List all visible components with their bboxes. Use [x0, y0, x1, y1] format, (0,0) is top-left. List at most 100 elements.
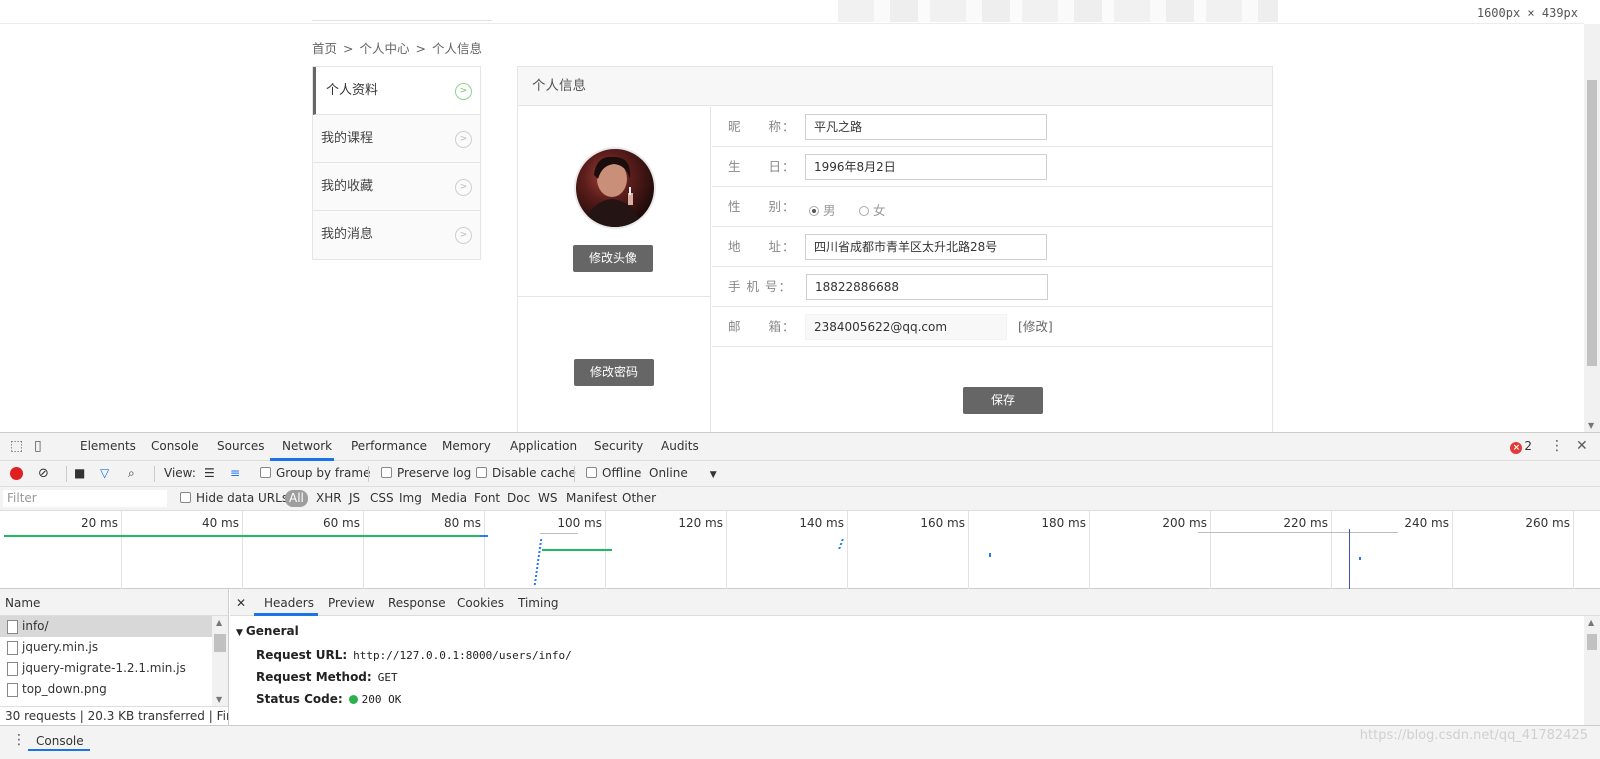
filter-type-other[interactable]: Other — [622, 491, 656, 505]
header-banner-image — [838, 0, 1278, 22]
waterfall-bar — [540, 533, 578, 534]
request-row[interactable]: top_down.png — [0, 679, 212, 700]
change-password-button[interactable]: 修改密码 — [574, 359, 654, 386]
nickname-input[interactable]: 平凡之路 — [805, 114, 1047, 140]
request-list-scrollbar[interactable]: ▲ ▼ — [212, 616, 228, 706]
triangle-down-icon: ▼ — [236, 628, 243, 638]
capture-screenshots-icon[interactable]: ■ — [74, 466, 85, 480]
filter-icon[interactable]: ▽ — [100, 466, 109, 480]
filter-type-manifest[interactable]: Manifest — [566, 491, 617, 505]
throttle-select[interactable]: Online ▼ — [649, 466, 717, 480]
request-row[interactable]: jquery.min.js — [0, 637, 212, 658]
scroll-down-icon[interactable]: ▼ — [1588, 421, 1594, 430]
gender-female-radio[interactable]: 女 — [859, 200, 886, 219]
drawer-menu-icon[interactable]: ⋮ — [12, 732, 26, 748]
request-method-value: GET — [377, 671, 398, 684]
tab-audits[interactable]: Audits — [661, 439, 699, 453]
birthday-input[interactable]: 1996年8月2日 — [805, 154, 1047, 180]
detail-scrollbar[interactable]: ▲ — [1584, 616, 1600, 725]
general-section-toggle[interactable]: ▼ General — [236, 624, 305, 638]
drawer-tab-console[interactable]: Console — [36, 734, 84, 748]
tab-application[interactable]: Application — [510, 439, 577, 453]
scrollbar-thumb[interactable] — [1587, 634, 1597, 650]
breadcrumb-home[interactable]: 首页 — [312, 41, 337, 56]
scrollbar-thumb[interactable] — [1587, 80, 1597, 366]
console-drawer: ⋮ Console https://blog.csdn.net/qq_41782… — [0, 725, 1600, 759]
tab-preview[interactable]: Preview — [328, 596, 375, 610]
close-icon[interactable]: ✕ — [1576, 438, 1588, 454]
checkbox-icon — [260, 467, 271, 478]
filter-type-css[interactable]: CSS — [370, 491, 394, 505]
filter-input[interactable]: Filter — [2, 489, 168, 508]
filter-type-media[interactable]: Media — [431, 491, 467, 505]
tab-performance[interactable]: Performance — [351, 439, 427, 453]
scroll-down-icon[interactable]: ▼ — [216, 695, 222, 704]
side-item-messages[interactable]: 我的消息 > — [313, 211, 480, 259]
view-label: View: — [164, 466, 196, 480]
offline-checkbox[interactable]: Offline — [586, 466, 641, 480]
request-row[interactable]: info/ — [0, 616, 212, 637]
timeline-gridline — [1331, 511, 1332, 589]
nickname-row: 昵 称： 平凡之路 — [712, 107, 1272, 147]
filter-type-all[interactable]: All — [285, 490, 308, 507]
disable-cache-checkbox[interactable]: Disable cache — [476, 466, 576, 480]
tab-console[interactable]: Console — [151, 439, 199, 453]
side-item-profile[interactable]: 个人资料 > — [313, 67, 480, 115]
filter-type-xhr[interactable]: XHR — [316, 491, 342, 505]
request-url-label: Request URL: — [256, 648, 348, 662]
device-toolbar-icon[interactable]: ▯ — [34, 438, 42, 454]
name-column-label: Name — [5, 596, 41, 610]
inspect-element-icon[interactable]: ⬚ — [10, 438, 23, 454]
group-by-frame-checkbox[interactable]: Group by frame — [260, 466, 370, 480]
scroll-up-icon[interactable]: ▲ — [216, 618, 222, 627]
hide-data-urls-checkbox[interactable]: Hide data URLs — [180, 491, 288, 505]
gender-male-radio[interactable]: 男 — [809, 200, 836, 219]
change-avatar-button[interactable]: 修改头像 — [573, 245, 653, 272]
more-options-icon[interactable]: ⋮ — [1550, 438, 1564, 454]
gender-row: 性 别： 男 女 — [712, 187, 1272, 227]
tab-network[interactable]: Network — [282, 439, 332, 453]
side-menu: 个人资料 > 我的课程 > 我的收藏 > 我的消息 > — [312, 66, 481, 260]
breadcrumb-user-center[interactable]: 个人中心 — [359, 41, 409, 56]
request-list: info/ jquery.min.js jquery-migrate-1.2.1… — [0, 616, 229, 706]
timeline-tick-label: 180 ms — [1041, 516, 1086, 530]
tab-headers[interactable]: Headers — [264, 596, 314, 610]
side-item-courses[interactable]: 我的课程 > — [313, 115, 480, 163]
filter-type-ws[interactable]: WS — [538, 491, 557, 505]
edit-email-link[interactable]: [修改] — [1018, 307, 1053, 347]
tab-cookies[interactable]: Cookies — [457, 596, 504, 610]
error-count-badge[interactable]: × 2 — [1510, 439, 1532, 454]
disable-cache-label: Disable cache — [492, 466, 576, 480]
tab-memory[interactable]: Memory — [442, 439, 491, 453]
side-item-favorites[interactable]: 我的收藏 > — [313, 163, 480, 211]
preserve-log-checkbox[interactable]: Preserve log — [381, 466, 471, 480]
save-button[interactable]: 保存 — [963, 387, 1043, 414]
search-icon[interactable]: ⌕ — [128, 466, 135, 481]
list-view-icon[interactable]: ☰ — [204, 466, 215, 480]
waterfall-view-icon[interactable]: ≡ — [230, 466, 240, 480]
filter-type-font[interactable]: Font — [474, 491, 500, 505]
scroll-up-icon[interactable]: ▲ — [1588, 618, 1594, 627]
phone-input[interactable]: 18822886688 — [806, 274, 1048, 300]
address-input[interactable]: 四川省成都市青羊区太升北路28号 — [805, 234, 1047, 260]
error-icon: × — [1510, 442, 1523, 454]
filter-type-doc[interactable]: Doc — [507, 491, 530, 505]
clear-icon[interactable]: ⊘ — [38, 466, 49, 481]
tab-elements[interactable]: Elements — [80, 439, 136, 453]
requests-column-header[interactable]: Name — [0, 589, 229, 616]
record-icon[interactable] — [10, 467, 23, 480]
request-row[interactable]: jquery-migrate-1.2.1.min.js — [0, 658, 212, 679]
tab-security[interactable]: Security — [594, 439, 643, 453]
filter-type-js[interactable]: JS — [349, 491, 360, 505]
page-scrollbar[interactable]: ▼ — [1584, 24, 1600, 432]
tab-sources[interactable]: Sources — [217, 439, 264, 453]
tab-timing[interactable]: Timing — [518, 596, 559, 610]
tab-response[interactable]: Response — [388, 596, 446, 610]
close-detail-icon[interactable]: ✕ — [236, 596, 246, 610]
email-label: 邮 箱： — [728, 319, 796, 334]
waterfall-bar — [533, 539, 543, 585]
scrollbar-thumb[interactable] — [214, 634, 226, 652]
network-overview-timeline[interactable]: 20 ms 40 ms 60 ms 80 ms 100 ms 120 ms 140 ms 16… — [0, 511, 1600, 589]
birthday-label: 生 日： — [728, 159, 796, 174]
filter-type-img[interactable]: Img — [399, 491, 422, 505]
